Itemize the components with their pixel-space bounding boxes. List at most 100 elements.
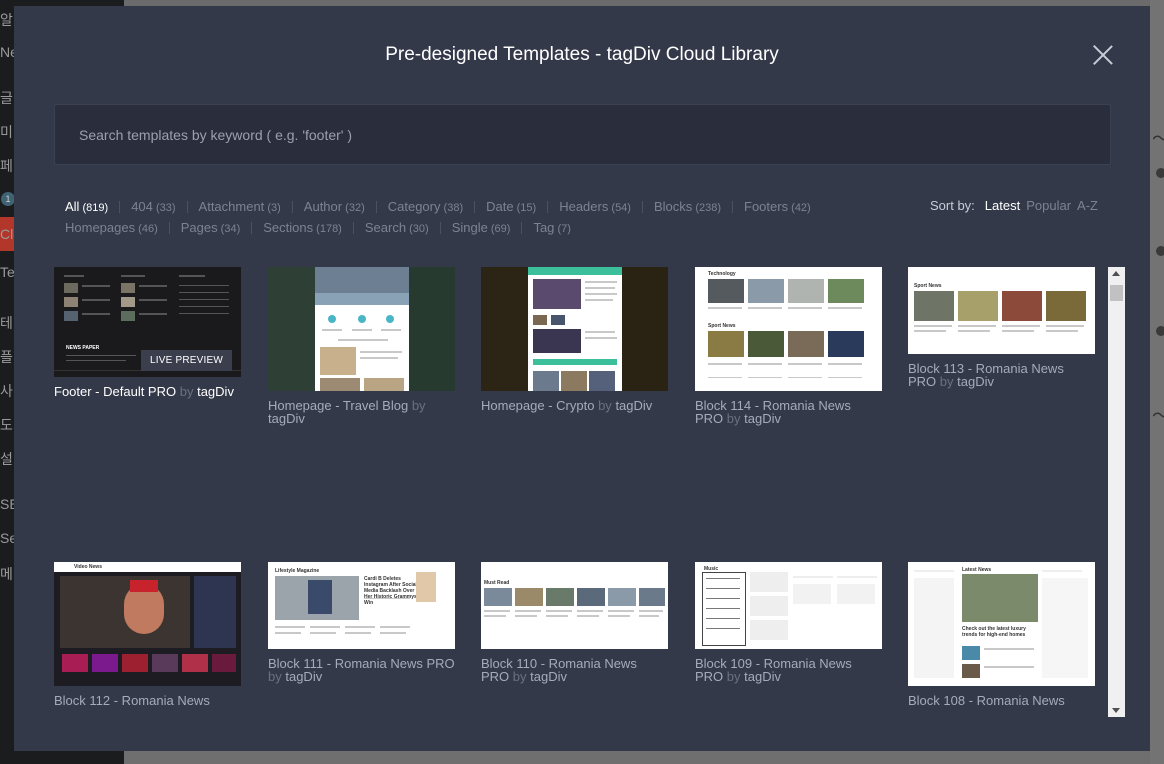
- background-sidebar-item: Ten: [0, 264, 14, 280]
- template-title[interactable]: Block 113 - Romania News PRO by tagDiv: [908, 362, 1095, 388]
- filter-count: (42): [788, 202, 811, 214]
- filter-search[interactable]: Search (30): [365, 220, 429, 235]
- filter-category[interactable]: Category (38): [388, 199, 463, 214]
- filter-label: Sections: [263, 220, 314, 235]
- filter-count: (7): [554, 223, 571, 235]
- template-card[interactable]: NEWS PAPER LIVE PREVIEW Footer - Default…: [54, 267, 241, 398]
- background-dot-icon: [1156, 246, 1164, 256]
- template-card[interactable]: Video News Block 112 - Romania News: [54, 562, 241, 707]
- grid-scrollbar[interactable]: [1108, 267, 1125, 717]
- template-title[interactable]: Block 108 - Romania News: [908, 694, 1095, 707]
- filter-author[interactable]: Author (32): [304, 199, 365, 214]
- background-right-panel: 〜 〜: [1150, 0, 1164, 764]
- filter-count: (54): [608, 202, 631, 214]
- template-title[interactable]: Block 109 - Romania News PRO by tagDiv: [695, 657, 882, 683]
- background-sidebar-item: SE: [0, 496, 14, 512]
- template-grid: NEWS PAPER LIVE PREVIEW Footer - Default…: [54, 267, 1109, 717]
- filter-blocks[interactable]: Blocks (238): [654, 199, 721, 214]
- background-sidebar-item: 테: [0, 315, 13, 331]
- background-wave-icon: 〜: [1152, 402, 1164, 428]
- template-card[interactable]: Homepage - Crypto by tagDiv: [481, 267, 668, 412]
- filter-separator: [186, 200, 188, 213]
- filter-404[interactable]: 404 (33): [131, 199, 175, 214]
- filter-separator: [474, 200, 476, 213]
- thumb-subheading: Sport News: [708, 323, 736, 329]
- template-thumbnail[interactable]: NEWS PAPER LIVE PREVIEW: [54, 267, 241, 377]
- template-thumbnail[interactable]: Video News: [54, 562, 241, 686]
- filter-label: Blocks: [653, 199, 693, 214]
- filter-count: (178): [313, 223, 342, 235]
- sort-controls: Sort by: Latest Popular A-Z: [930, 198, 1104, 213]
- sort-label: Sort by:: [930, 198, 975, 213]
- scroll-down-icon[interactable]: [1112, 708, 1120, 713]
- filter-headers[interactable]: Headers (54): [559, 199, 631, 214]
- template-thumbnail[interactable]: Sport News: [908, 267, 1095, 354]
- template-card[interactable]: Must Read Block 110 - Romania News PRO b…: [481, 562, 668, 683]
- template-title[interactable]: Homepage - Crypto by tagDiv: [481, 399, 668, 412]
- template-card[interactable]: Lifestyle Magazine Cardi B Deletes Insta…: [268, 562, 455, 683]
- filter-tag[interactable]: Tag (7): [533, 220, 570, 235]
- filter-pages[interactable]: Pages (34): [181, 220, 241, 235]
- filter-count: (34): [217, 223, 241, 235]
- scrollbar-thumb[interactable]: [1110, 285, 1123, 301]
- sort-latest[interactable]: Latest: [985, 198, 1020, 213]
- template-title[interactable]: Block 114 - Romania News PRO by tagDiv: [695, 399, 882, 425]
- filter-label: Homepages: [65, 220, 136, 235]
- filter-count: (38): [440, 202, 464, 214]
- template-title[interactable]: Homepage - Travel Blog by tagDiv: [268, 399, 455, 425]
- live-preview-button[interactable]: LIVE PREVIEW: [141, 350, 232, 371]
- template-thumbnail[interactable]: [268, 267, 455, 391]
- template-title[interactable]: Footer - Default PRO by tagDiv: [54, 385, 241, 398]
- filter-single[interactable]: Single (69): [452, 220, 511, 235]
- filter-row: All (819) 404 (33) Attachment (3) Author (3…: [65, 196, 885, 217]
- filter-label: 404: [131, 199, 153, 214]
- close-icon[interactable]: [1092, 44, 1114, 66]
- filter-date[interactable]: Date (15): [486, 199, 536, 214]
- template-card[interactable]: Technology Sport News Block 114 - Romani…: [695, 267, 882, 425]
- template-card[interactable]: Sport News Block 113 - Romania News PRO …: [908, 267, 1095, 388]
- filter-count: (30): [406, 223, 429, 235]
- filter-label: Pages: [180, 220, 218, 235]
- filter-label: Headers: [559, 199, 609, 214]
- template-title[interactable]: Block 111 - Romania News PRO by tagDiv: [268, 657, 455, 683]
- thumb-story: Check out the latest luxury trends for h…: [962, 626, 1026, 638]
- filter-separator: [168, 221, 170, 234]
- category-filters: All (819) 404 (33) Attachment (3) Author (3…: [65, 196, 885, 238]
- filter-footers[interactable]: Footers (42): [744, 199, 811, 214]
- template-card[interactable]: Music Block 109 - Romania News PRO by ta…: [695, 562, 882, 683]
- modal-title: Pre-designed Templates - tagDiv Cloud Li…: [385, 44, 779, 65]
- sort-a-z[interactable]: A-Z: [1077, 198, 1098, 213]
- filter-attachment[interactable]: Attachment (3): [199, 199, 281, 214]
- template-thumbnail[interactable]: Music: [695, 562, 882, 649]
- filter-row: Homepages (46) Pages (34) Sections (178) Se…: [65, 217, 885, 238]
- template-title[interactable]: Block 112 - Romania News: [54, 694, 241, 707]
- filter-label: Author: [303, 199, 343, 214]
- background-sidebar-item: 도: [0, 417, 13, 433]
- filter-label: Footers: [744, 199, 789, 214]
- template-thumbnail[interactable]: Latest News Check out the latest luxury …: [908, 562, 1095, 686]
- template-title[interactable]: Block 110 - Romania News PRO by tagDiv: [481, 657, 668, 683]
- background-sidebar-item: Se: [0, 530, 14, 546]
- template-thumbnail[interactable]: Lifestyle Magazine Cardi B Deletes Insta…: [268, 562, 455, 649]
- template-thumbnail[interactable]: Technology Sport News: [695, 267, 882, 391]
- filter-label: Search: [364, 220, 407, 235]
- filter-all[interactable]: All (819): [65, 199, 108, 214]
- template-thumbnail[interactable]: Must Read: [481, 562, 668, 649]
- scroll-up-icon[interactable]: [1112, 271, 1120, 276]
- background-dot-icon: [1156, 326, 1164, 336]
- search-input[interactable]: [55, 105, 1110, 164]
- filter-separator: [352, 221, 354, 234]
- background-sidebar-item: 설: [0, 451, 13, 467]
- filter-count: (69): [487, 223, 511, 235]
- background-dot-icon: [1156, 168, 1164, 178]
- template-card[interactable]: Homepage - Travel Blog by tagDiv: [268, 267, 455, 425]
- template-card[interactable]: Latest News Check out the latest luxury …: [908, 562, 1095, 707]
- thumb-logo: NEWS PAPER: [66, 345, 100, 351]
- background-sidebar-item: Cl: [0, 226, 14, 242]
- sort-popular[interactable]: Popular: [1026, 198, 1071, 213]
- filter-homepages[interactable]: Homepages (46): [65, 220, 158, 235]
- filter-separator: [119, 200, 121, 213]
- filter-sections[interactable]: Sections (178): [263, 220, 342, 235]
- background-sidebar-item: 사: [0, 383, 13, 399]
- template-thumbnail[interactable]: [481, 267, 668, 391]
